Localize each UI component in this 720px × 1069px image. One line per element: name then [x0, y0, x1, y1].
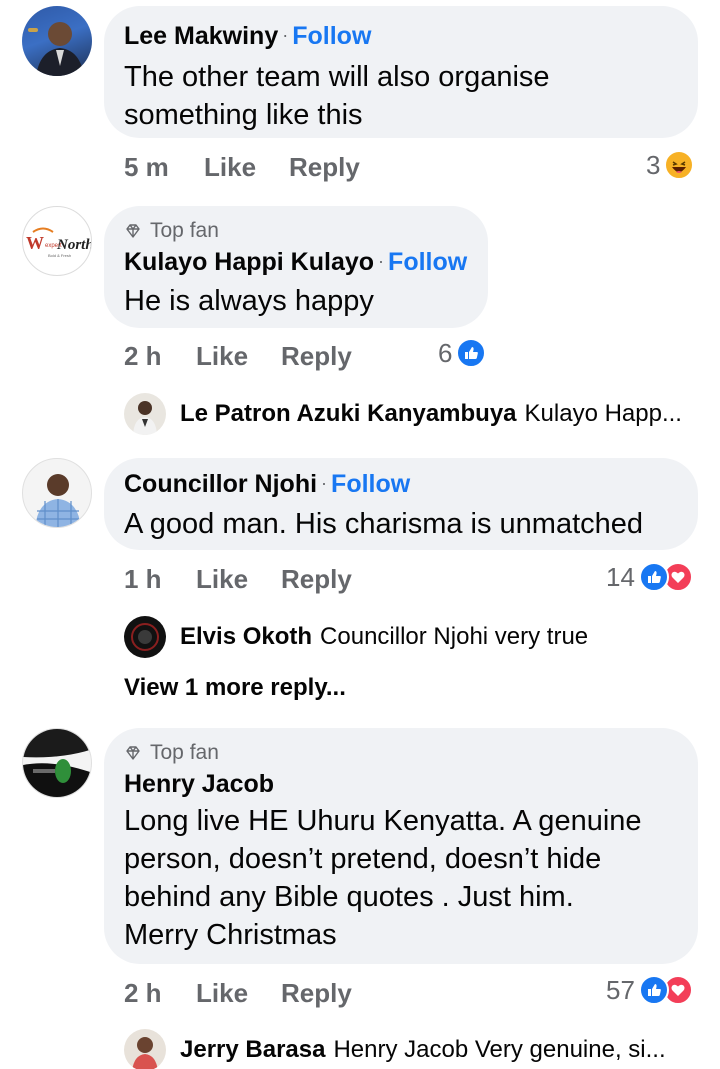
separator-dot: · — [282, 25, 289, 45]
reply-preview[interactable]: Jerry Barasa Henry Jacob Very genuine, s… — [124, 1028, 666, 1069]
like-button[interactable]: Like — [204, 152, 256, 183]
reaction-count: 57 — [606, 974, 635, 1005]
reply-preview[interactable]: Le Patron Azuki Kanyambuya Kulayo Happ..… — [124, 392, 682, 436]
reaction-count: 6 — [438, 337, 453, 368]
svg-text:Bold & Fresh: Bold & Fresh — [48, 253, 71, 258]
reply-text: Kulayo Happ... — [524, 400, 682, 427]
comment-time[interactable]: 5 m — [124, 152, 169, 183]
reaction-summary[interactable]: 3 — [646, 145, 695, 185]
reply-author[interactable]: Le Patron Azuki Kanyambuya — [180, 400, 517, 428]
reply-button[interactable]: Reply — [281, 564, 352, 595]
like-button[interactable]: Like — [196, 341, 248, 372]
svg-text:W: W — [26, 233, 44, 253]
reply-button[interactable]: Reply — [281, 978, 352, 1009]
reaction-summary[interactable]: 57 — [606, 970, 693, 1010]
like-icon — [638, 975, 669, 1005]
avatar[interactable] — [22, 728, 92, 798]
like-button[interactable]: Like — [196, 978, 248, 1009]
like-button[interactable]: Like — [196, 564, 248, 595]
reaction-summary[interactable]: 14 — [606, 557, 693, 597]
diamond-icon — [126, 224, 140, 238]
comment-actions: 1 h Like Reply — [124, 559, 424, 599]
reply-button[interactable]: Reply — [281, 341, 352, 372]
follow-button[interactable]: Follow — [292, 22, 371, 50]
like-icon — [456, 338, 487, 368]
comment-bubble: Councillor Njohi · Follow A good man. His … — [104, 458, 698, 550]
profile-photo — [28, 22, 84, 76]
comment-time[interactable]: 1 h — [124, 564, 162, 595]
reaction-count: 14 — [606, 561, 635, 592]
comment-author[interactable]: Lee Makwiny — [124, 22, 278, 50]
top-fan-badge: Top fan — [124, 740, 678, 766]
avatar[interactable] — [124, 616, 166, 658]
comment-text: The other team will also organise someth… — [124, 61, 550, 131]
separator-dot: · — [378, 251, 385, 271]
comment-text: He is always happy — [124, 285, 374, 317]
comment-time[interactable]: 2 h — [124, 341, 162, 372]
comment-time[interactable]: 2 h — [124, 978, 162, 1009]
reaction-count: 3 — [646, 149, 661, 180]
reply-author[interactable]: Elvis Okoth — [180, 623, 312, 651]
like-icon — [638, 562, 669, 592]
view-more-replies-link[interactable]: View 1 more reply... — [124, 674, 346, 702]
comment-bubble: Lee Makwiny · Follow The other team will a… — [104, 6, 698, 138]
comment-author[interactable]: Councillor Njohi — [124, 470, 317, 498]
comment-bubble: Top fan Kulayo Happi Kulayo · Follow He is… — [104, 206, 488, 328]
top-fan-badge: Top fan — [124, 218, 468, 244]
comment-text: Long live HE Uhuru Kenyatta. A genuine p… — [124, 805, 642, 951]
avatar[interactable] — [124, 393, 166, 435]
reply-text: Councillor Njohi very true — [320, 623, 589, 650]
reply-button[interactable]: Reply — [289, 152, 360, 183]
profile-photo — [35, 474, 81, 527]
comment-actions: 2 h Like Reply — [124, 336, 424, 376]
comment-text: A good man. His charisma is unmatched — [124, 508, 644, 540]
avatar[interactable]: W expert North Bold & Fresh — [22, 206, 92, 276]
comment-actions: 5 m Like Reply — [124, 147, 424, 187]
reply-text: Henry Jacob Very genuine, si... — [333, 1036, 666, 1063]
comment-bubble: Top fan Henry Jacob Long live HE Uhuru K… — [104, 728, 698, 964]
comment-author[interactable]: Kulayo Happi Kulayo — [124, 248, 374, 276]
profile-photo — [23, 729, 91, 797]
avatar[interactable] — [124, 1029, 166, 1069]
diamond-icon — [126, 746, 140, 760]
follow-button[interactable]: Follow — [331, 470, 410, 498]
avatar[interactable] — [22, 6, 92, 76]
reply-author[interactable]: Jerry Barasa — [180, 1036, 325, 1064]
svg-text:North: North — [56, 237, 92, 253]
reply-preview[interactable]: Elvis Okoth Councillor Njohi very true — [124, 615, 588, 659]
follow-button[interactable]: Follow — [388, 248, 467, 276]
reaction-summary[interactable]: 6 — [438, 333, 487, 373]
comment-actions: 2 h Like Reply — [124, 973, 424, 1013]
separator-dot: · — [321, 473, 328, 493]
haha-icon — [664, 150, 695, 180]
comment-author[interactable]: Henry Jacob — [124, 770, 274, 798]
avatar[interactable] — [22, 458, 92, 528]
page-logo: W expert North Bold & Fresh — [26, 227, 92, 258]
